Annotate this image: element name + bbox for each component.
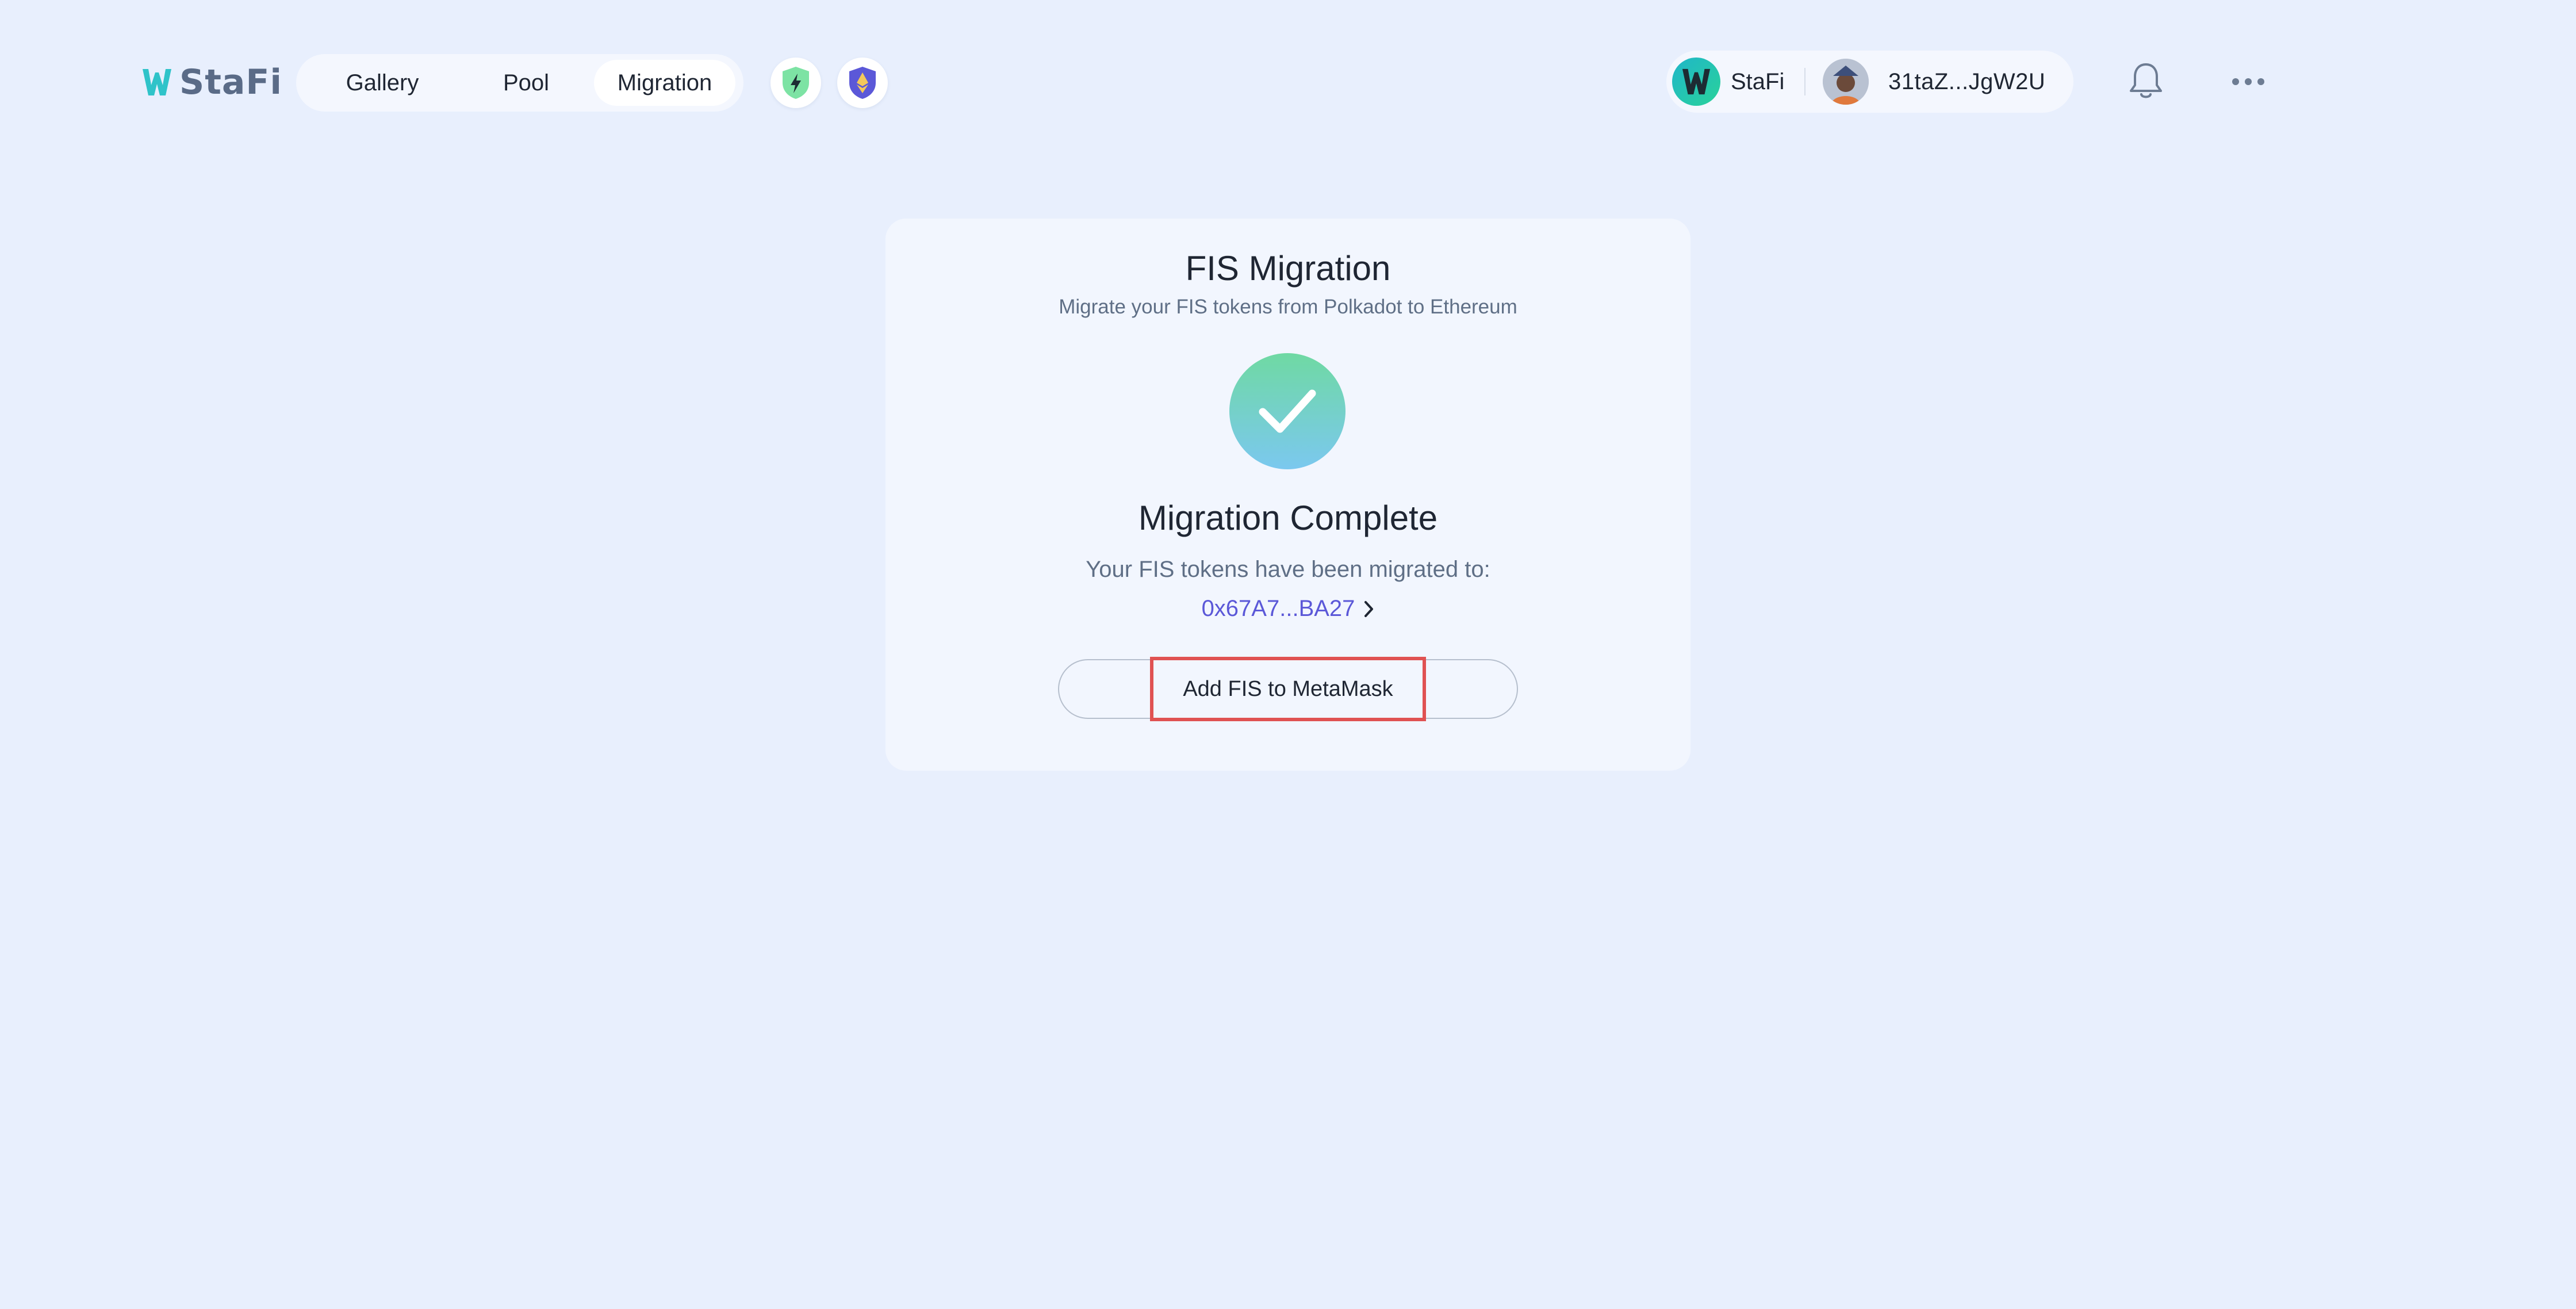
account-divider: [1804, 68, 1805, 95]
more-icon: [2232, 78, 2264, 85]
more-menu-button[interactable]: [2231, 75, 2266, 89]
tab-migration[interactable]: Migration: [594, 60, 735, 106]
destination-address-link[interactable]: 0x67A7...BA27: [885, 596, 1690, 622]
stafi-logo[interactable]: StaFi: [141, 62, 282, 102]
main-nav: Gallery Pool Migration: [296, 54, 743, 112]
status-title: Migration Complete: [1138, 499, 1438, 537]
ethereum-shield-icon: [849, 67, 876, 99]
check-circle-icon: [1229, 353, 1346, 469]
destination-address: 0x67A7...BA27: [1201, 596, 1355, 621]
stafi-logo-icon: [143, 69, 171, 95]
stafi-network-icon: [1672, 58, 1720, 106]
ethereum-network-button[interactable]: [837, 58, 888, 108]
chevron-right-icon: [1364, 600, 1374, 617]
notifications-button[interactable]: [2128, 61, 2164, 101]
stafi-network-button[interactable]: [770, 58, 821, 108]
bolt-shield-icon: [783, 67, 809, 99]
account-network-name: StaFi: [1731, 69, 1785, 94]
status-description: Your FIS tokens have been migrated to:: [1086, 557, 1490, 582]
migration-card: FIS Migration Migrate your FIS tokens fr…: [885, 219, 1690, 771]
tab-pool[interactable]: Pool: [463, 60, 589, 106]
card-title: FIS Migration: [1185, 249, 1391, 288]
add-fis-to-metamask-label: Add FIS to MetaMask: [1150, 657, 1426, 721]
tab-gallery[interactable]: Gallery: [319, 60, 446, 106]
avatar: [1823, 59, 1869, 105]
account-button[interactable]: StaFi 31taZ...JgW2U: [1666, 51, 2073, 113]
bell-icon: [2130, 63, 2162, 98]
account-address: 31taZ...JgW2U: [1888, 69, 2046, 94]
add-fis-to-metamask-button[interactable]: Add FIS to MetaMask: [1058, 657, 1518, 721]
card-subtitle: Migrate your FIS tokens from Polkadot to…: [1059, 296, 1517, 318]
stafi-logo-text: StaFi: [179, 62, 282, 102]
